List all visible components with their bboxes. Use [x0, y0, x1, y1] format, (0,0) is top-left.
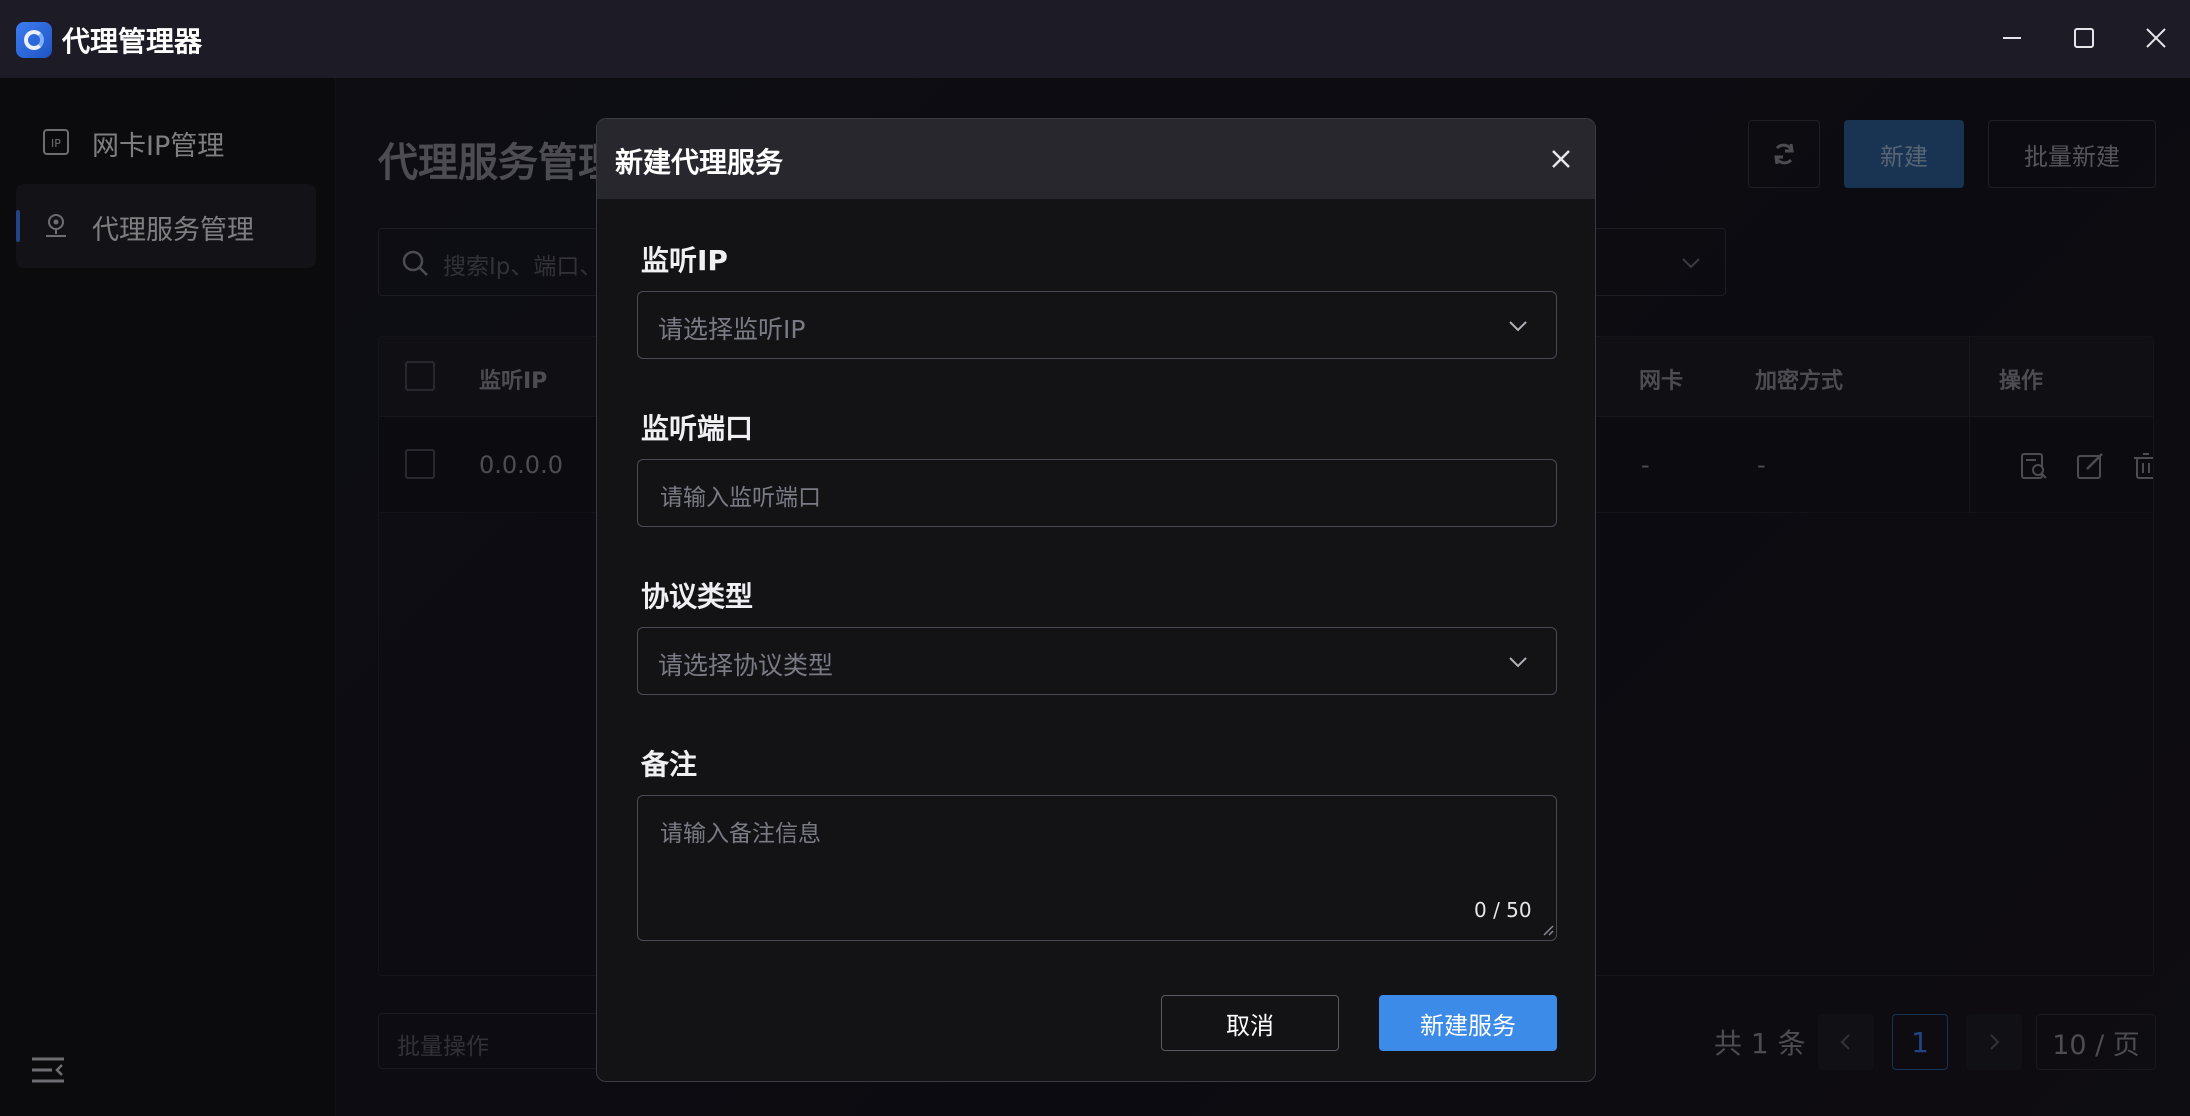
listen-port-input[interactable]: 请输入监听端口 — [637, 459, 1557, 527]
close-icon[interactable] — [1545, 143, 1577, 175]
char-counter: 0 / 50 — [1474, 898, 1532, 922]
protocol-type-select[interactable]: 请选择协议类型 — [637, 627, 1557, 695]
listen-port-label: 监听端口 — [641, 412, 754, 445]
chevron-down-icon — [1509, 657, 1527, 668]
resize-handle-icon[interactable] — [1542, 924, 1554, 936]
app-logo-icon — [16, 22, 52, 58]
cancel-button[interactable]: 取消 — [1161, 995, 1339, 1051]
minimize-icon[interactable] — [1990, 18, 2034, 58]
note-textarea[interactable]: 请输入备注信息 0 / 50 — [637, 795, 1557, 941]
listen-ip-placeholder: 请选择监听IP — [658, 315, 806, 344]
chevron-down-icon — [1509, 321, 1527, 332]
title-bar: 代理管理器 — [0, 0, 2190, 78]
create-service-button[interactable]: 新建服务 — [1379, 995, 1557, 1051]
note-label: 备注 — [641, 748, 698, 781]
listen-ip-label: 监听IP — [641, 244, 728, 277]
listen-port-placeholder: 请输入监听端口 — [660, 485, 821, 511]
new-proxy-service-dialog: 新建代理服务 监听IP 请选择监听IP 监听端口 请输入监听端口 协议类型 请选… — [596, 118, 1596, 1082]
listen-ip-select[interactable]: 请选择监听IP — [637, 291, 1557, 359]
protocol-type-placeholder: 请选择协议类型 — [658, 651, 834, 680]
app-title: 代理管理器 — [62, 25, 203, 58]
note-placeholder: 请输入备注信息 — [660, 821, 821, 847]
protocol-type-label: 协议类型 — [641, 580, 754, 613]
dialog-header: 新建代理服务 — [597, 119, 1595, 199]
close-window-icon[interactable] — [2134, 18, 2178, 58]
maximize-icon[interactable] — [2062, 18, 2106, 58]
dialog-title: 新建代理服务 — [615, 146, 784, 179]
